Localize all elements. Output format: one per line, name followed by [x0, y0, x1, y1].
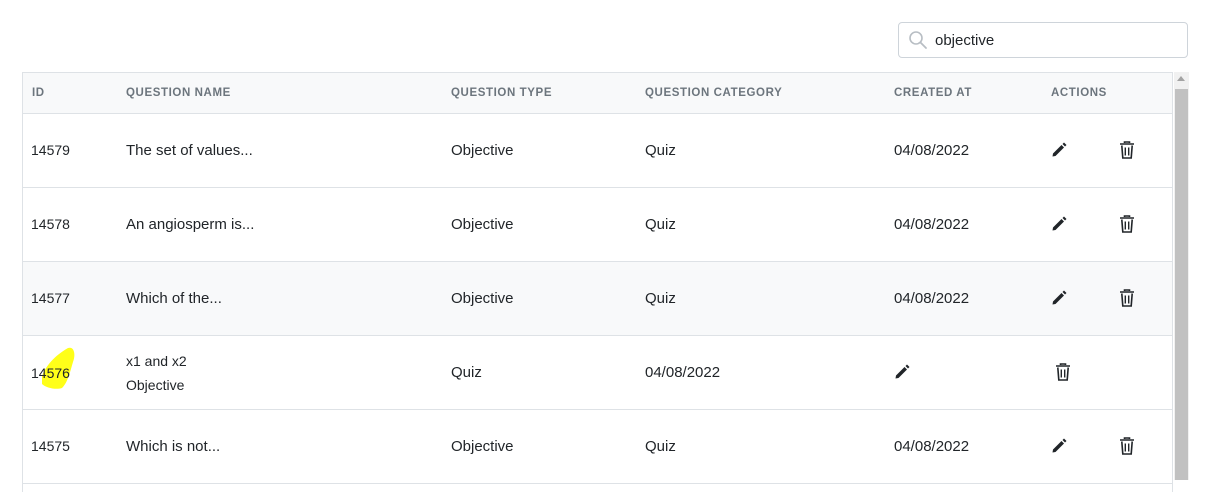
cell-question-name: Which is not... — [126, 438, 221, 455]
cell-question-category: Quiz — [645, 142, 676, 159]
trash-icon[interactable] — [1117, 288, 1137, 308]
cell-question-type: Objective — [451, 438, 514, 455]
cell-question-category: 04/08/2022 — [645, 364, 721, 381]
trash-icon[interactable] — [1053, 362, 1073, 382]
cell-question-category: Quiz — [645, 216, 676, 233]
trash-icon[interactable] — [1117, 214, 1137, 234]
cell-created-at: 04/08/2022 — [894, 216, 970, 233]
cell-question-name-line2: Objective — [126, 377, 185, 393]
trash-icon[interactable] — [1117, 436, 1137, 456]
header-question-category[interactable]: QUESTION CATEGORY — [645, 87, 782, 99]
cell-id: 14578 — [31, 216, 70, 232]
vertical-scrollbar[interactable] — [1174, 72, 1189, 480]
cell-question-name: The set of values... — [126, 142, 253, 159]
cell-question-type: Quiz — [451, 364, 482, 381]
cell-id: 14577 — [31, 290, 70, 306]
table-row: 14575 Which is not... Objective Quiz 04/… — [23, 410, 1172, 484]
scrollbar-thumb[interactable] — [1175, 89, 1188, 480]
search-icon — [909, 31, 927, 49]
cell-question-category: Quiz — [645, 290, 676, 307]
pencil-icon[interactable] — [892, 362, 912, 382]
pencil-icon[interactable] — [1049, 288, 1069, 308]
cell-question-name-line1: x1 and x2 — [126, 353, 187, 369]
header-question-type[interactable]: QUESTION TYPE — [451, 87, 552, 99]
questions-table: ID QUESTION NAME QUESTION TYPE QUESTION … — [22, 72, 1173, 492]
header-question-name[interactable]: QUESTION NAME — [126, 87, 231, 99]
cell-created-at: 04/08/2022 — [894, 290, 970, 307]
cell-created-at: 04/08/2022 — [894, 438, 970, 455]
search-box[interactable] — [898, 22, 1188, 58]
pencil-icon[interactable] — [1049, 214, 1069, 234]
cell-question-type: Objective — [451, 216, 514, 233]
table-row: 14576 x1 and x2 Objective Quiz 04/08/202… — [23, 336, 1172, 410]
highlighted-id-text: 14576 — [31, 365, 70, 381]
cell-created-at: 04/08/2022 — [894, 142, 970, 159]
trash-icon[interactable] — [1117, 140, 1137, 160]
table-row: 14577 Which of the... Objective Quiz 04/… — [23, 262, 1172, 336]
search-input[interactable] — [935, 30, 1175, 50]
cell-id: 14575 — [31, 438, 70, 454]
pencil-icon[interactable] — [1049, 436, 1069, 456]
header-id[interactable]: ID — [32, 87, 45, 99]
cell-question-name: An angiosperm is... — [126, 216, 255, 233]
cell-question-type: Objective — [451, 142, 514, 159]
cell-question-name: Which of the... — [126, 290, 222, 307]
pencil-icon[interactable] — [1049, 140, 1069, 160]
table-row: 14578 An angiosperm is... Objective Quiz… — [23, 188, 1172, 262]
cell-question-type: Objective — [451, 290, 514, 307]
header-actions: ACTIONS — [1051, 87, 1107, 99]
header-created-at[interactable]: CREATED AT — [894, 87, 972, 99]
scroll-up-arrow-icon[interactable] — [1177, 76, 1185, 81]
table-header: ID QUESTION NAME QUESTION TYPE QUESTION … — [23, 73, 1172, 114]
table-row: 14579 The set of values... Objective Qui… — [23, 114, 1172, 188]
cell-id: 14579 — [31, 142, 70, 158]
cell-question-category: Quiz — [645, 438, 676, 455]
